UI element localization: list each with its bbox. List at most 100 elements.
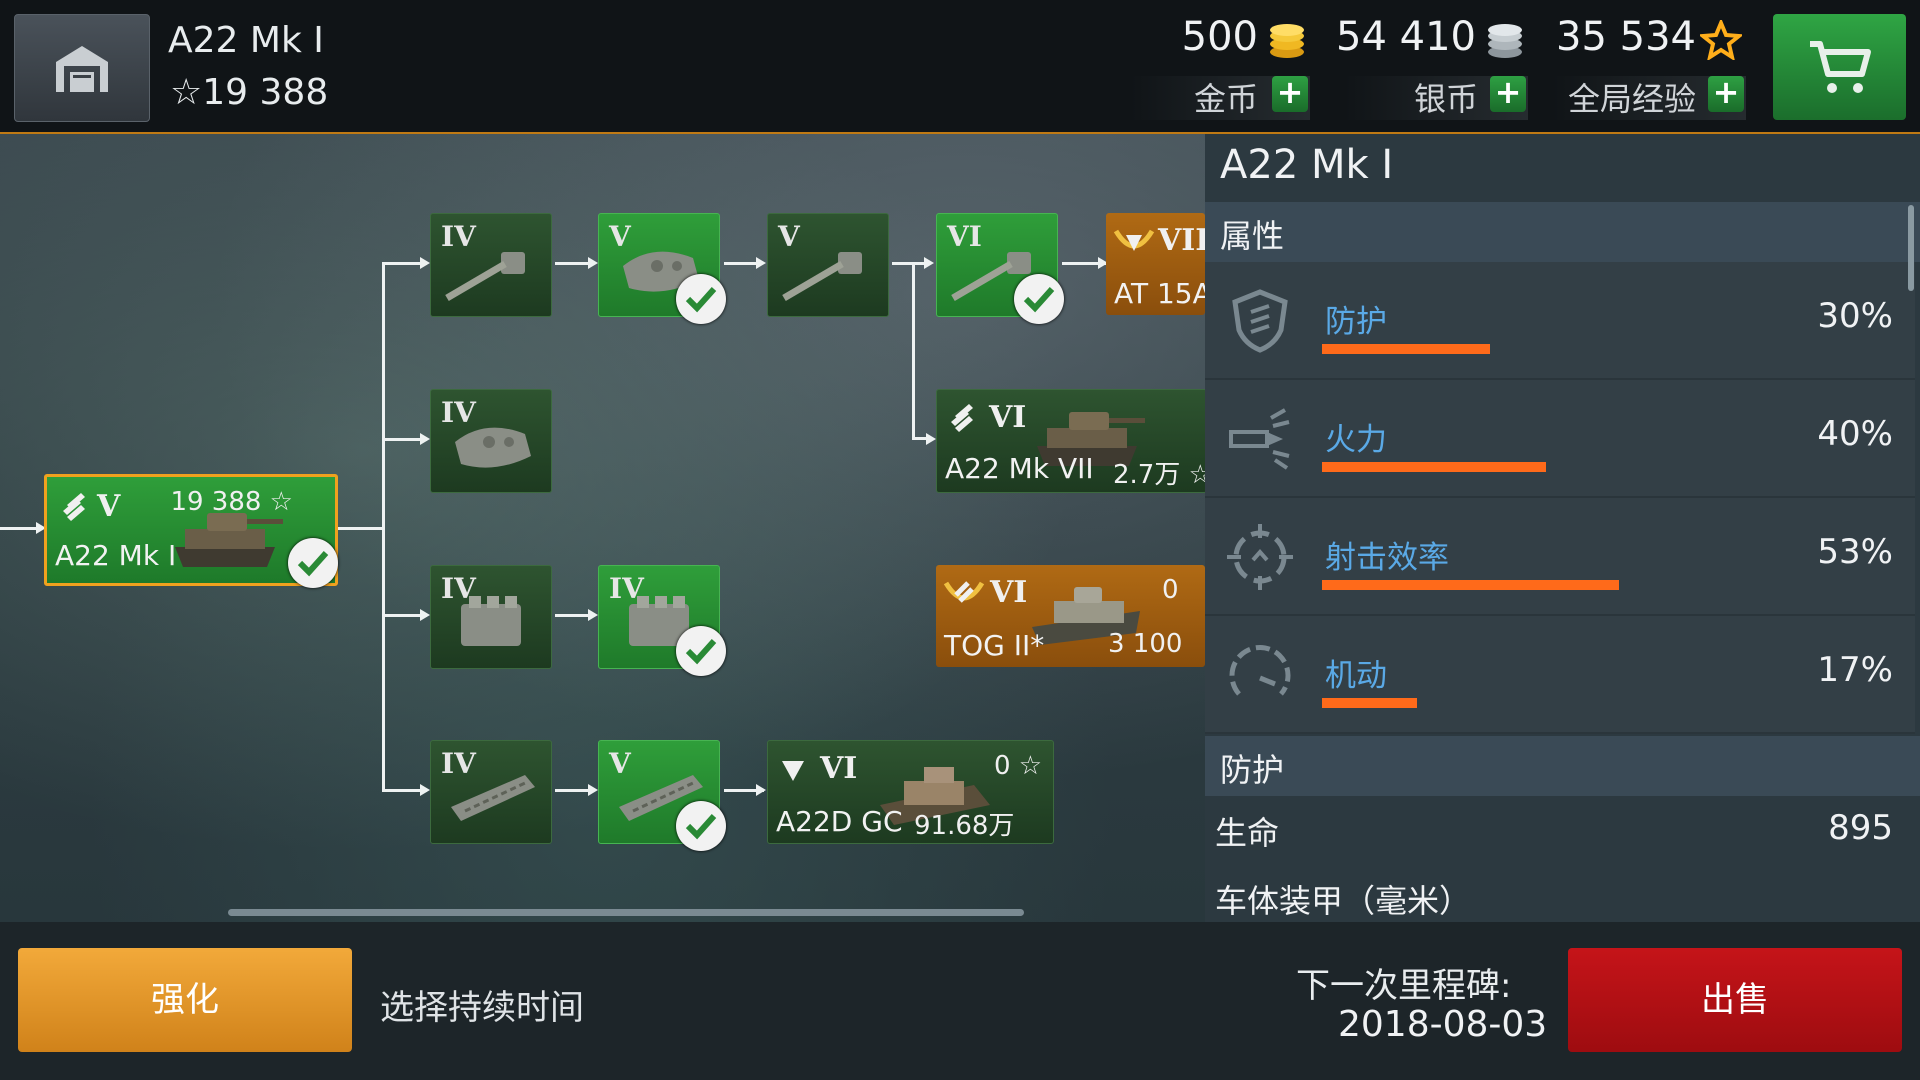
connector-arrow xyxy=(924,257,934,269)
stat-bar xyxy=(1322,462,1546,472)
turret-icon xyxy=(455,427,531,468)
silver-label: 银币 xyxy=(1413,80,1478,118)
connector-arrow xyxy=(420,784,430,796)
stat-value: 40% xyxy=(1817,414,1893,454)
connector-arrow xyxy=(926,433,936,445)
premium-heavy-class-icon xyxy=(943,581,985,603)
td-class-icon xyxy=(782,761,804,781)
tracks-icon xyxy=(451,775,535,821)
stat-bar xyxy=(1322,698,1417,708)
gold-amount: 500 xyxy=(1181,14,1258,60)
tank-purchase-cost: 91.68万 xyxy=(914,811,1015,841)
tank-name: A22 Mk I xyxy=(168,20,324,61)
armor-label: 车体装甲（毫米） xyxy=(1215,882,1472,920)
cart-icon xyxy=(1810,41,1871,93)
stat-label: 火力 xyxy=(1325,422,1387,458)
tank-name-label: A22 Mk I xyxy=(55,539,177,572)
add-silver-button[interactable]: + xyxy=(1490,76,1526,112)
stat-bar xyxy=(1322,580,1619,590)
next-tank-card[interactable]: VII AT 15A xyxy=(1106,213,1205,315)
tank-name-label: A22 Mk VII xyxy=(945,452,1094,485)
tank-tier: VII xyxy=(1158,223,1205,258)
connector-arrow xyxy=(588,257,598,269)
garage-button[interactable] xyxy=(14,14,150,122)
next-tank-card[interactable]: VI 0 ☆ A22D GC 91.68万 xyxy=(767,740,1054,844)
garage-icon xyxy=(56,46,108,92)
researched-check-icon xyxy=(676,274,726,324)
panel-vertical-scrollbar[interactable] xyxy=(1908,205,1914,291)
free-xp-label: 全局经验 xyxy=(1567,80,1696,118)
tank-tier: V xyxy=(97,489,121,524)
stat-row[interactable]: 火力 40% xyxy=(1205,380,1915,498)
next-milestone-date: 2018-08-03 xyxy=(1338,1004,1548,1045)
module-tracks[interactable]: IV xyxy=(430,740,552,844)
upgrade-button[interactable]: 强化 xyxy=(18,948,352,1052)
shield-icon xyxy=(1232,289,1288,353)
module-engine[interactable]: IV xyxy=(430,565,552,669)
next-milestone-label: 下一次里程碑: xyxy=(1296,966,1512,1006)
protection-section-header: 防护 xyxy=(1205,736,1920,796)
tank-name-label: A22D GC xyxy=(776,805,903,838)
tank-experience: ☆19 388 xyxy=(170,72,329,113)
engine-icon xyxy=(461,596,521,646)
stat-label: 防护 xyxy=(1325,304,1387,340)
stat-value: 53% xyxy=(1817,532,1893,572)
stat-value: 30% xyxy=(1817,296,1893,336)
hp-row: 生命 895 xyxy=(1205,798,1915,862)
module-gun[interactable]: V xyxy=(767,213,889,317)
next-tank-card[interactable]: VI 0 TOG II* 3 100 xyxy=(936,565,1205,667)
gold-label: 金币 xyxy=(1193,80,1258,118)
tank-purchase-cost: 3 100 xyxy=(1108,629,1183,659)
premium-td-class-icon xyxy=(1113,229,1155,251)
tank-xp-value: 0 xyxy=(1162,575,1179,605)
free-xp-amount: 35 534 xyxy=(1556,14,1696,60)
connector-line xyxy=(912,262,915,439)
attributes-heading: 属性 xyxy=(1220,217,1285,255)
module-gun[interactable]: IV xyxy=(430,213,552,317)
connector-arrow xyxy=(420,257,430,269)
researched-check-icon xyxy=(676,626,726,676)
tank-tier: VI xyxy=(989,400,1027,435)
gun-icon xyxy=(445,252,525,302)
heavy-tank-class-icon xyxy=(951,404,973,432)
star-icon xyxy=(1700,20,1742,60)
select-duration-link[interactable]: 选择持续时间 xyxy=(380,980,584,1029)
connector-arrow xyxy=(420,433,430,445)
stat-row[interactable]: 机动 17% xyxy=(1205,616,1915,734)
add-free-xp-button[interactable]: + xyxy=(1708,76,1744,112)
tank-research-cost: 2.7万 ☆ xyxy=(1113,460,1207,490)
tank-xp-value: 0 ☆ xyxy=(994,751,1043,781)
connector-arrow xyxy=(588,784,598,796)
stat-row[interactable]: 防护 30% xyxy=(1205,262,1915,380)
hp-label: 生命 xyxy=(1215,814,1280,852)
armor-row: 车体装甲（毫米） xyxy=(1205,866,1915,922)
sell-button[interactable]: 出售 xyxy=(1568,948,1902,1052)
tank-tier: VI xyxy=(820,751,858,786)
tank-name-label: TOG II* xyxy=(944,629,1045,662)
stat-row[interactable]: 射击效率 53% xyxy=(1205,498,1915,616)
connector-line xyxy=(382,262,385,792)
researched-check-icon xyxy=(676,801,726,851)
connector-line xyxy=(0,527,40,530)
tree-horizontal-scrollbar[interactable] xyxy=(228,909,1024,916)
silver-amount: 54 410 xyxy=(1336,14,1476,60)
heavy-tank-class-icon xyxy=(63,493,85,521)
add-gold-button[interactable]: + xyxy=(1272,76,1308,112)
firepower-icon xyxy=(1229,408,1290,470)
speedometer-icon xyxy=(1229,644,1291,696)
crosshair-icon xyxy=(1227,524,1293,590)
tank-name-label: AT 15A xyxy=(1114,277,1205,310)
stat-bar xyxy=(1322,344,1490,354)
shop-button[interactable] xyxy=(1773,14,1906,120)
connector-arrow xyxy=(420,609,430,621)
next-tank-card[interactable]: VI A22 Mk VII 2.7万 ☆ xyxy=(936,389,1207,493)
tank-tier: VI xyxy=(990,575,1028,610)
connector-line xyxy=(334,527,384,530)
module-turret[interactable]: IV xyxy=(430,389,552,493)
gold-coin-icon xyxy=(1270,24,1304,58)
stat-value: 17% xyxy=(1817,650,1893,690)
protection-heading: 防护 xyxy=(1220,751,1285,789)
attributes-section-header: 属性 xyxy=(1205,202,1920,262)
hp-value: 895 xyxy=(1828,808,1893,848)
connector-arrow xyxy=(756,784,766,796)
